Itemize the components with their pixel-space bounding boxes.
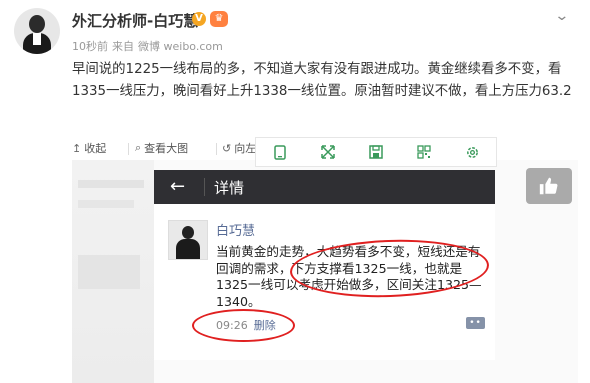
image-left-blurred-region [72,160,154,383]
verified-v-icon: V [192,12,206,26]
collapse-button[interactable]: ↥ 收起 [72,140,106,156]
source-prefix: 来自 [112,40,134,53]
blur-block [78,255,140,289]
view-large-label: 查看大图 [144,142,189,155]
magnify-icon: ⌕ [135,141,142,154]
back-arrow-icon: ← [170,176,186,197]
chat-header-title: 详情 [214,179,245,197]
collapse-label: 收起 [84,142,107,155]
post-time[interactable]: 10秒前 [72,40,108,53]
username[interactable]: 外汇分析师-白巧慧 [72,10,198,31]
blur-line [78,180,144,188]
post-meta: 10秒前 来自 微博 weibo.com [72,38,227,54]
qr-icon[interactable] [416,144,432,160]
post-text: 早间说的1225一线布局的多，不知道大家有没有跟进成功。黄金继续看多不变，看13… [72,62,572,99]
blur-line [78,200,134,208]
view-large-button[interactable]: ⌕ 查看大图 [135,140,188,156]
avatar[interactable] [14,8,60,54]
sender-name: 白巧慧 [216,224,256,239]
collapse-arrow-icon: ↥ [72,141,82,155]
gear-icon[interactable] [464,144,480,160]
chat-header: ← 详情 [154,170,495,204]
divider [216,143,217,155]
thumbs-up-icon [539,177,558,195]
avatar-shirt [33,33,41,45]
avatar-body [176,239,200,259]
expand-icon[interactable] [320,144,336,160]
divider [204,178,205,196]
avatar-head [29,15,45,33]
member-crown-icon[interactable]: ♛ [210,11,228,27]
sender-avatar [168,220,208,260]
avatar-head [182,226,194,239]
image-tools-bar [255,137,497,167]
red-annotation-oval [192,309,295,342]
comment-icon: •• [466,317,485,329]
thumbs-up-button[interactable] [526,168,572,204]
rotate-left-icon: ↺ [222,141,232,155]
save-icon[interactable] [368,144,384,160]
source-link[interactable]: 微博 weibo.com [138,40,223,53]
post-header: 外汇分析师-白巧慧 V ♛ ⌄ 10秒前 来自 微博 weibo.com [0,0,590,58]
phone-icon[interactable] [272,144,288,160]
chevron-down-icon[interactable]: ⌄ [554,8,569,24]
divider [128,143,129,155]
